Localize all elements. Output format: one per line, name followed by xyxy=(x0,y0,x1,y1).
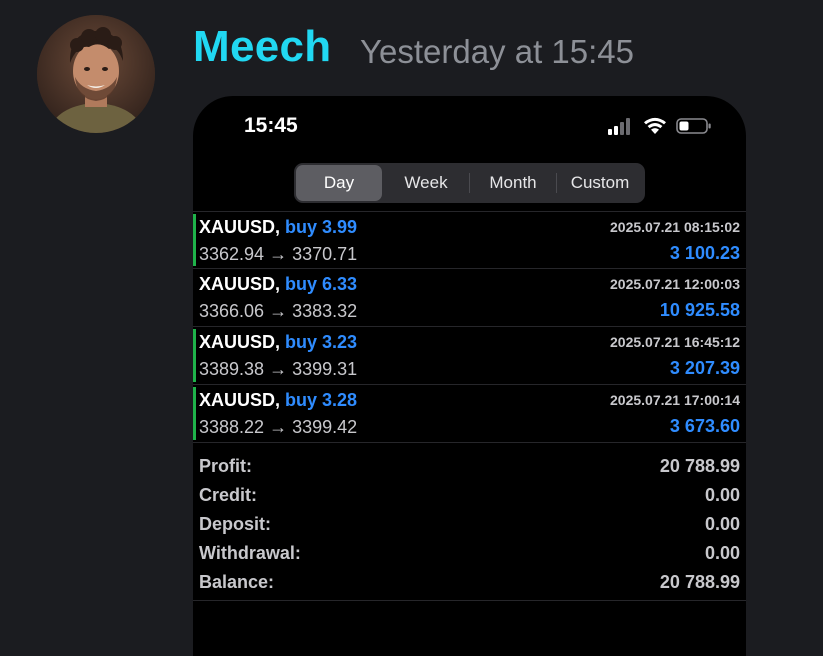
wifi-icon xyxy=(644,117,666,134)
deals-list: XAUUSD, buy 3.99 3362.94 → 3370.71 2025.… xyxy=(193,211,746,443)
deal-profit: 3 100.23 xyxy=(669,243,740,263)
summary-divider xyxy=(193,600,746,601)
tab-month[interactable]: Month xyxy=(470,165,556,201)
status-bar-icons xyxy=(608,115,712,137)
summary-balance-row: Balance: 20 788.99 xyxy=(193,570,746,599)
summary-value: 20 788.99 xyxy=(659,572,740,592)
summary-profit-row: Profit: 20 788.99 xyxy=(193,454,746,483)
deal-prices: 3366.06 → 3383.32 xyxy=(199,301,358,321)
deal-datetime: 2025.07.21 08:15:02 xyxy=(610,219,740,235)
status-bar-time: 15:45 xyxy=(244,114,298,137)
deal-side: buy 3.23 xyxy=(285,332,358,352)
deal-symbol-name: XAUUSD, xyxy=(199,217,281,237)
summary-label: Balance: xyxy=(199,572,275,592)
signal-icon xyxy=(608,118,630,135)
summary-credit-row: Credit: 0.00 xyxy=(193,483,746,512)
tab-day[interactable]: Day xyxy=(296,165,382,201)
tab-week[interactable]: Week xyxy=(383,165,469,201)
deal-symbol: XAUUSD, buy 3.99 xyxy=(199,217,357,238)
summary-value: 0.00 xyxy=(704,514,740,534)
account-summary: Profit: 20 788.99 Credit: 0.00 Deposit: … xyxy=(193,454,746,599)
deal-profit: 3 673.60 xyxy=(669,416,740,436)
summary-label: Credit: xyxy=(199,485,257,505)
deal-symbol-name: XAUUSD, xyxy=(199,390,281,410)
deal-prices: 3388.22 → 3399.42 xyxy=(199,417,358,437)
deal-marker xyxy=(193,387,196,440)
deal-side: buy 3.99 xyxy=(285,217,358,237)
message-username[interactable]: Meech xyxy=(193,22,331,72)
deal-side: buy 6.33 xyxy=(285,274,358,294)
summary-value: 0.00 xyxy=(704,485,740,505)
summary-label: Withdrawal: xyxy=(199,543,301,563)
summary-deposit-row: Deposit: 0.00 xyxy=(193,512,746,541)
deal-row[interactable]: XAUUSD, buy 3.99 3362.94 → 3370.71 2025.… xyxy=(193,211,746,269)
deal-prices: 3389.38 → 3399.31 xyxy=(199,359,358,379)
user-avatar[interactable] xyxy=(37,15,155,133)
deal-marker xyxy=(193,329,196,382)
deal-marker xyxy=(193,214,196,266)
battery-icon xyxy=(676,118,711,134)
summary-label: Profit: xyxy=(199,456,252,476)
tab-custom[interactable]: Custom xyxy=(557,165,643,201)
deal-profit: 10 925.58 xyxy=(659,300,740,320)
deal-symbol-name: XAUUSD, xyxy=(199,332,281,352)
deal-symbol: XAUUSD, buy 3.23 xyxy=(199,332,357,353)
deal-row[interactable]: XAUUSD, buy 6.33 3366.06 → 3383.32 2025.… xyxy=(193,269,746,327)
deal-prices: 3362.94 → 3370.71 xyxy=(199,244,358,264)
deal-profit: 3 207.39 xyxy=(669,358,740,378)
deal-datetime: 2025.07.21 12:00:03 xyxy=(610,276,740,292)
period-segmented-control: Day Week Month Custom xyxy=(294,163,645,203)
deal-symbol-name: XAUUSD, xyxy=(199,274,281,294)
summary-value: 20 788.99 xyxy=(659,456,740,476)
deal-row[interactable]: XAUUSD, buy 3.23 3389.38 → 3399.31 2025.… xyxy=(193,327,746,385)
summary-label: Deposit: xyxy=(199,514,271,534)
deal-side: buy 3.28 xyxy=(285,390,358,410)
deal-datetime: 2025.07.21 17:00:14 xyxy=(610,392,740,408)
avatar-image xyxy=(37,15,155,133)
message-timestamp: Yesterday at 15:45 xyxy=(360,33,634,70)
summary-value: 0.00 xyxy=(704,543,740,563)
deal-symbol: XAUUSD, buy 6.33 xyxy=(199,274,357,295)
attached-screenshot[interactable]: 15:45 Day Week Month Custom XAUUSD, buy … xyxy=(193,96,746,656)
summary-withdrawal-row: Withdrawal: 0.00 xyxy=(193,541,746,570)
deal-symbol: XAUUSD, buy 3.28 xyxy=(199,390,357,411)
deal-row[interactable]: XAUUSD, buy 3.28 3388.22 → 3399.42 2025.… xyxy=(193,385,746,443)
deal-datetime: 2025.07.21 16:45:12 xyxy=(610,334,740,350)
